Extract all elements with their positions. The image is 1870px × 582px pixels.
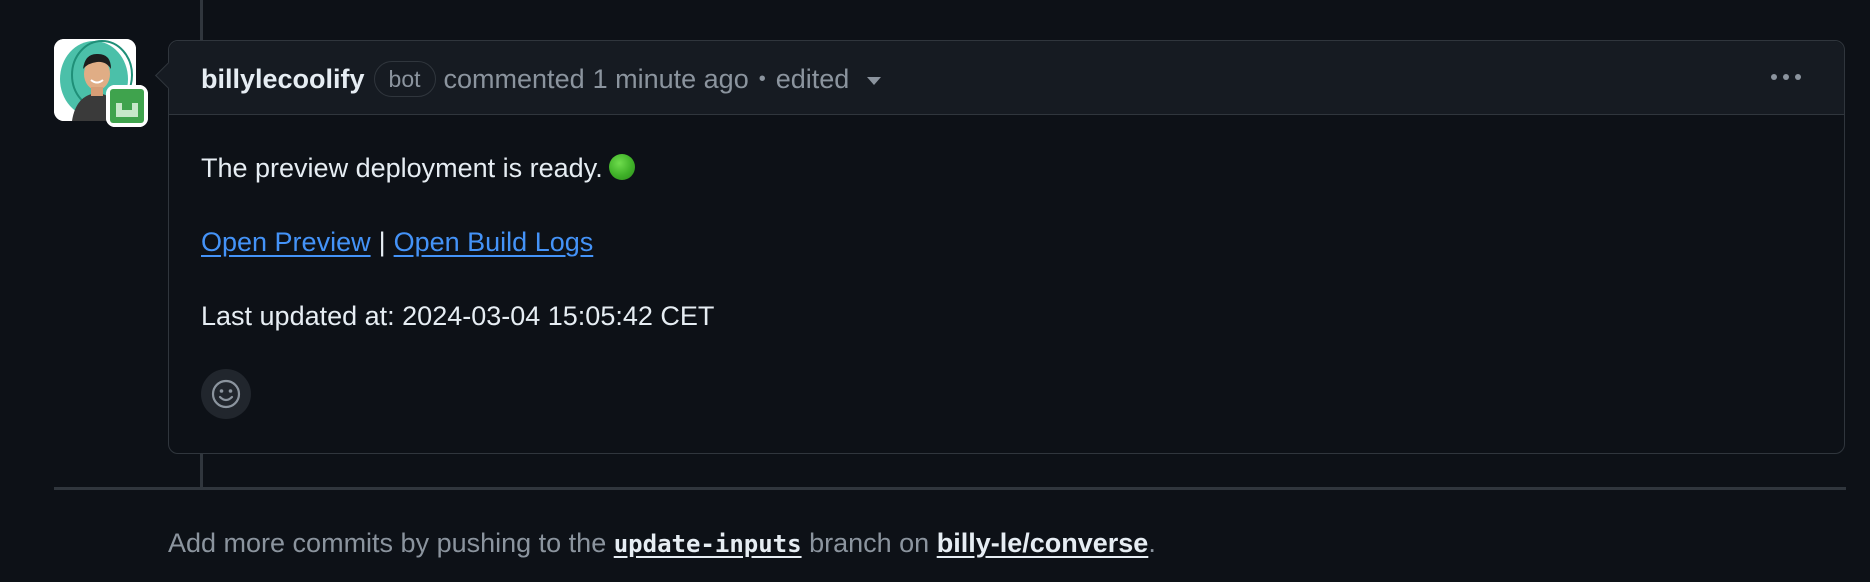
bot-badge: bot: [373, 61, 436, 97]
comment-card: billylecoolify bot commented 1 minute ag…: [155, 40, 1845, 454]
app-badge-icon: [106, 85, 148, 127]
status-text: The preview deployment is ready.: [201, 153, 603, 183]
add-reaction-button[interactable]: [201, 369, 251, 419]
comment-action: commented: [443, 63, 585, 94]
push-hint-middle: branch on: [809, 528, 930, 558]
timeline-divider: [54, 487, 1846, 490]
push-hint-suffix: .: [1148, 528, 1156, 558]
chevron-down-icon[interactable]: [867, 77, 882, 85]
branch-link[interactable]: update-inputs: [614, 530, 802, 558]
more-options-icon[interactable]: [1766, 67, 1806, 87]
smiley-icon: [211, 379, 241, 409]
comment-header: billylecoolify bot commented 1 minute ag…: [169, 41, 1844, 115]
meta-separator: •: [758, 67, 766, 90]
comment-header-row: billylecoolify bot commented 1 minute ag…: [201, 61, 882, 97]
links-line: Open Preview | Open Build Logs: [201, 227, 593, 258]
green-circle-icon: [608, 154, 635, 180]
repo-link[interactable]: billy-le/converse: [937, 528, 1149, 558]
link-separator: |: [378, 227, 386, 257]
status-line: The preview deployment is ready.: [201, 153, 635, 184]
edited-dropdown[interactable]: edited: [776, 64, 850, 95]
open-build-logs-link[interactable]: Open Build Logs: [394, 227, 594, 257]
push-hint-prefix: Add more commits by pushing to the: [168, 528, 607, 558]
author-name[interactable]: billylecoolify: [201, 64, 365, 95]
author-avatar-group[interactable]: [54, 39, 148, 129]
last-updated-line: Last updated at: 2024-03-04 15:05:42 CET: [201, 301, 715, 331]
comment-time[interactable]: 1 minute ago: [593, 64, 749, 95]
open-preview-link[interactable]: Open Preview: [201, 227, 371, 257]
push-hint: Add more commits by pushing to the updat…: [168, 528, 1156, 559]
